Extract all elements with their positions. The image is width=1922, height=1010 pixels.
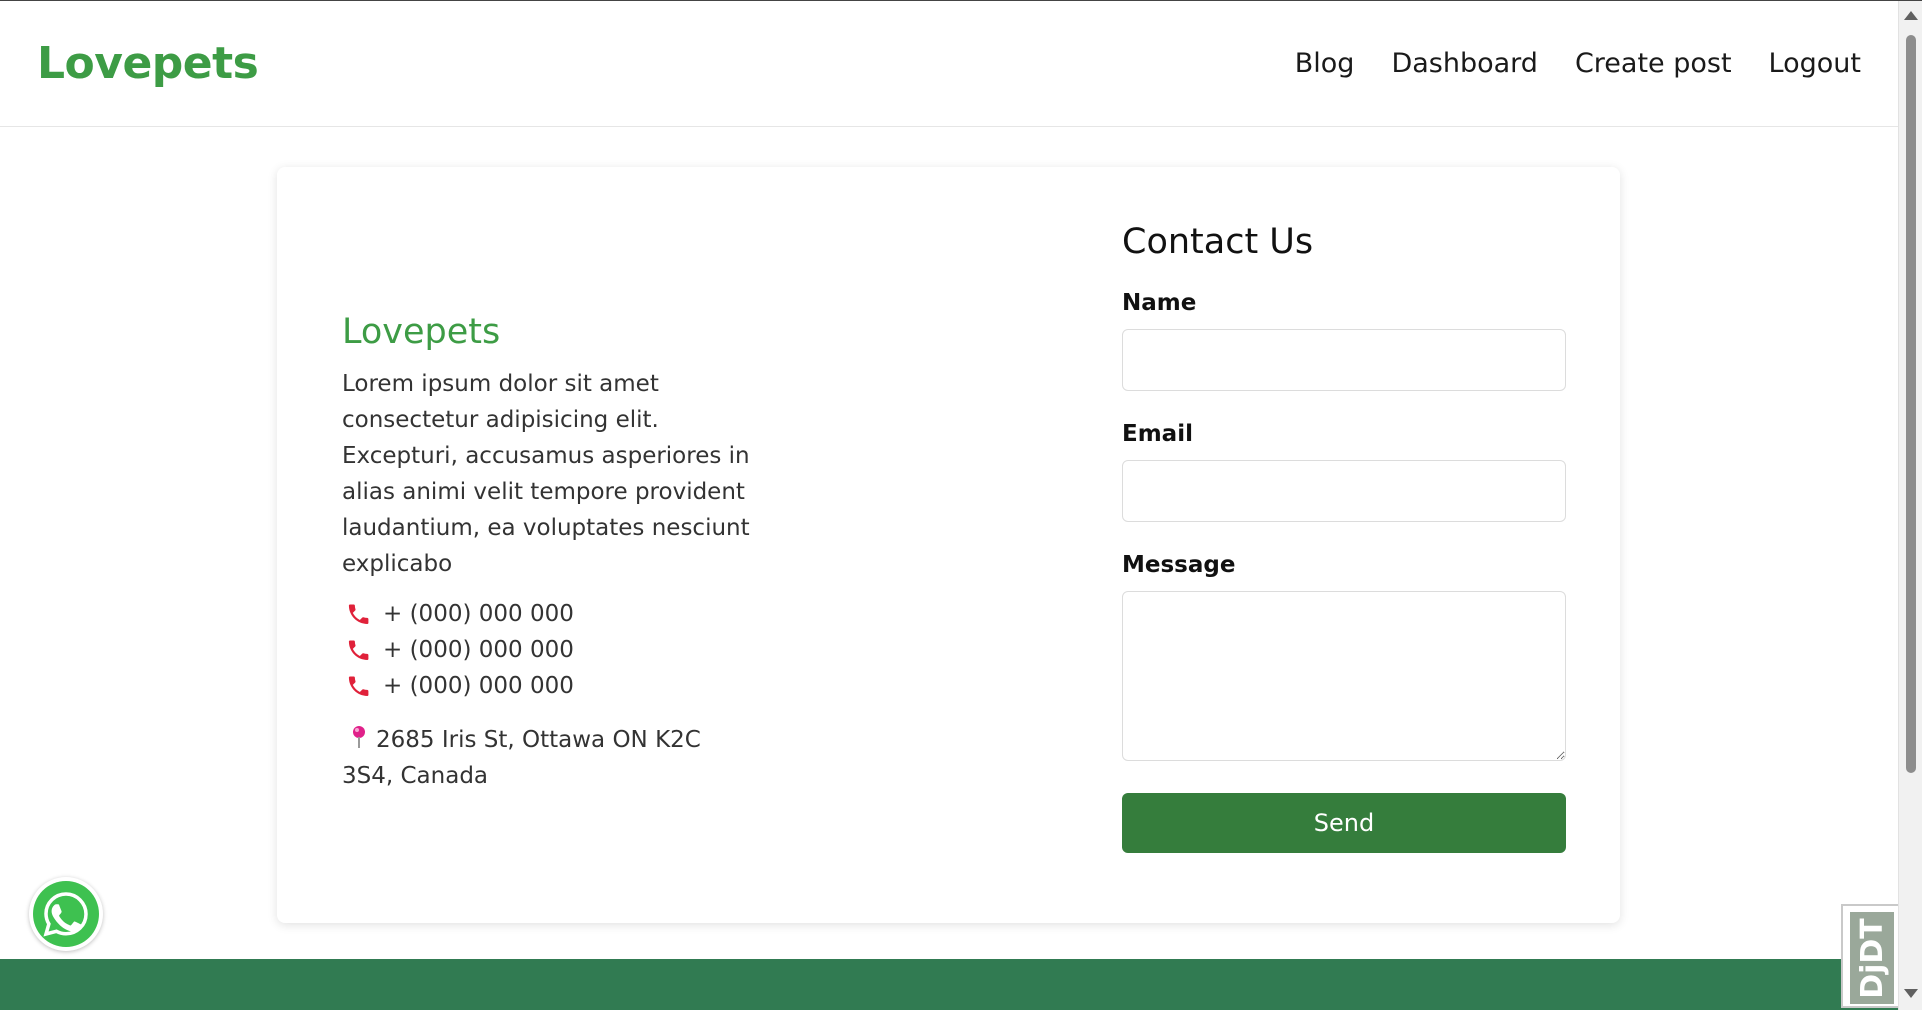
form-title: Contact Us — [1122, 222, 1314, 262]
debug-toolbar-badge: DjDT — [1850, 912, 1894, 1004]
navbar: Lovepets Blog Dashboard Create post Logo… — [0, 1, 1898, 127]
email-label: Email — [1122, 421, 1193, 447]
whatsapp-icon — [33, 881, 99, 947]
debug-toolbar-handle[interactable]: DjDT — [1841, 904, 1898, 1008]
message-label: Message — [1122, 552, 1236, 578]
nav-link-logout[interactable]: Logout — [1769, 48, 1861, 79]
contact-form: Contact Us Name Email Message Send — [1122, 222, 1566, 853]
phone-icon — [348, 604, 369, 624]
phone-line: + (000) 000 000 — [342, 596, 772, 632]
name-field[interactable] — [1122, 329, 1566, 391]
location-pin-icon — [353, 726, 365, 748]
message-field[interactable] — [1122, 591, 1566, 761]
phone-line: + (000) 000 000 — [342, 632, 772, 668]
phone-icon — [348, 640, 369, 660]
address-line: 2685 Iris St, Ottawa ON K2C 3S4, Canada — [342, 722, 752, 794]
nav-link-blog[interactable]: Blog — [1295, 48, 1355, 79]
phone-number: + (000) 000 000 — [383, 637, 574, 663]
nav-link-dashboard[interactable]: Dashboard — [1391, 48, 1537, 79]
whatsapp-button[interactable] — [29, 877, 103, 951]
phone-icon — [348, 676, 369, 696]
scroll-thumb[interactable] — [1906, 35, 1916, 773]
name-label: Name — [1122, 290, 1197, 316]
email-field[interactable] — [1122, 460, 1566, 522]
phone-line: + (000) 000 000 — [342, 668, 772, 704]
brand-logo[interactable]: Lovepets — [37, 38, 259, 89]
debug-toolbar-label: DjDT — [1854, 917, 1890, 999]
nav-link-create-post[interactable]: Create post — [1575, 48, 1732, 79]
scroll-down-arrow-icon[interactable] — [1904, 989, 1918, 998]
contact-card: Lovepets Lorem ipsum dolor sit amet cons… — [277, 167, 1620, 923]
about-brand: Lovepets — [342, 312, 501, 352]
footer — [0, 959, 1898, 1010]
phone-number: + (000) 000 000 — [383, 673, 574, 699]
send-button[interactable]: Send — [1122, 793, 1566, 853]
about-section: Lovepets Lorem ipsum dolor sit amet cons… — [342, 312, 772, 794]
address-text: 2685 Iris St, Ottawa ON K2C 3S4, Canada — [342, 727, 701, 789]
page-scrollbar[interactable] — [1898, 1, 1922, 1010]
main-nav: Blog Dashboard Create post Logout — [1295, 48, 1861, 79]
phone-number: + (000) 000 000 — [383, 601, 574, 627]
scroll-up-arrow-icon[interactable] — [1904, 11, 1918, 20]
about-description: Lorem ipsum dolor sit amet consectetur a… — [342, 371, 750, 577]
